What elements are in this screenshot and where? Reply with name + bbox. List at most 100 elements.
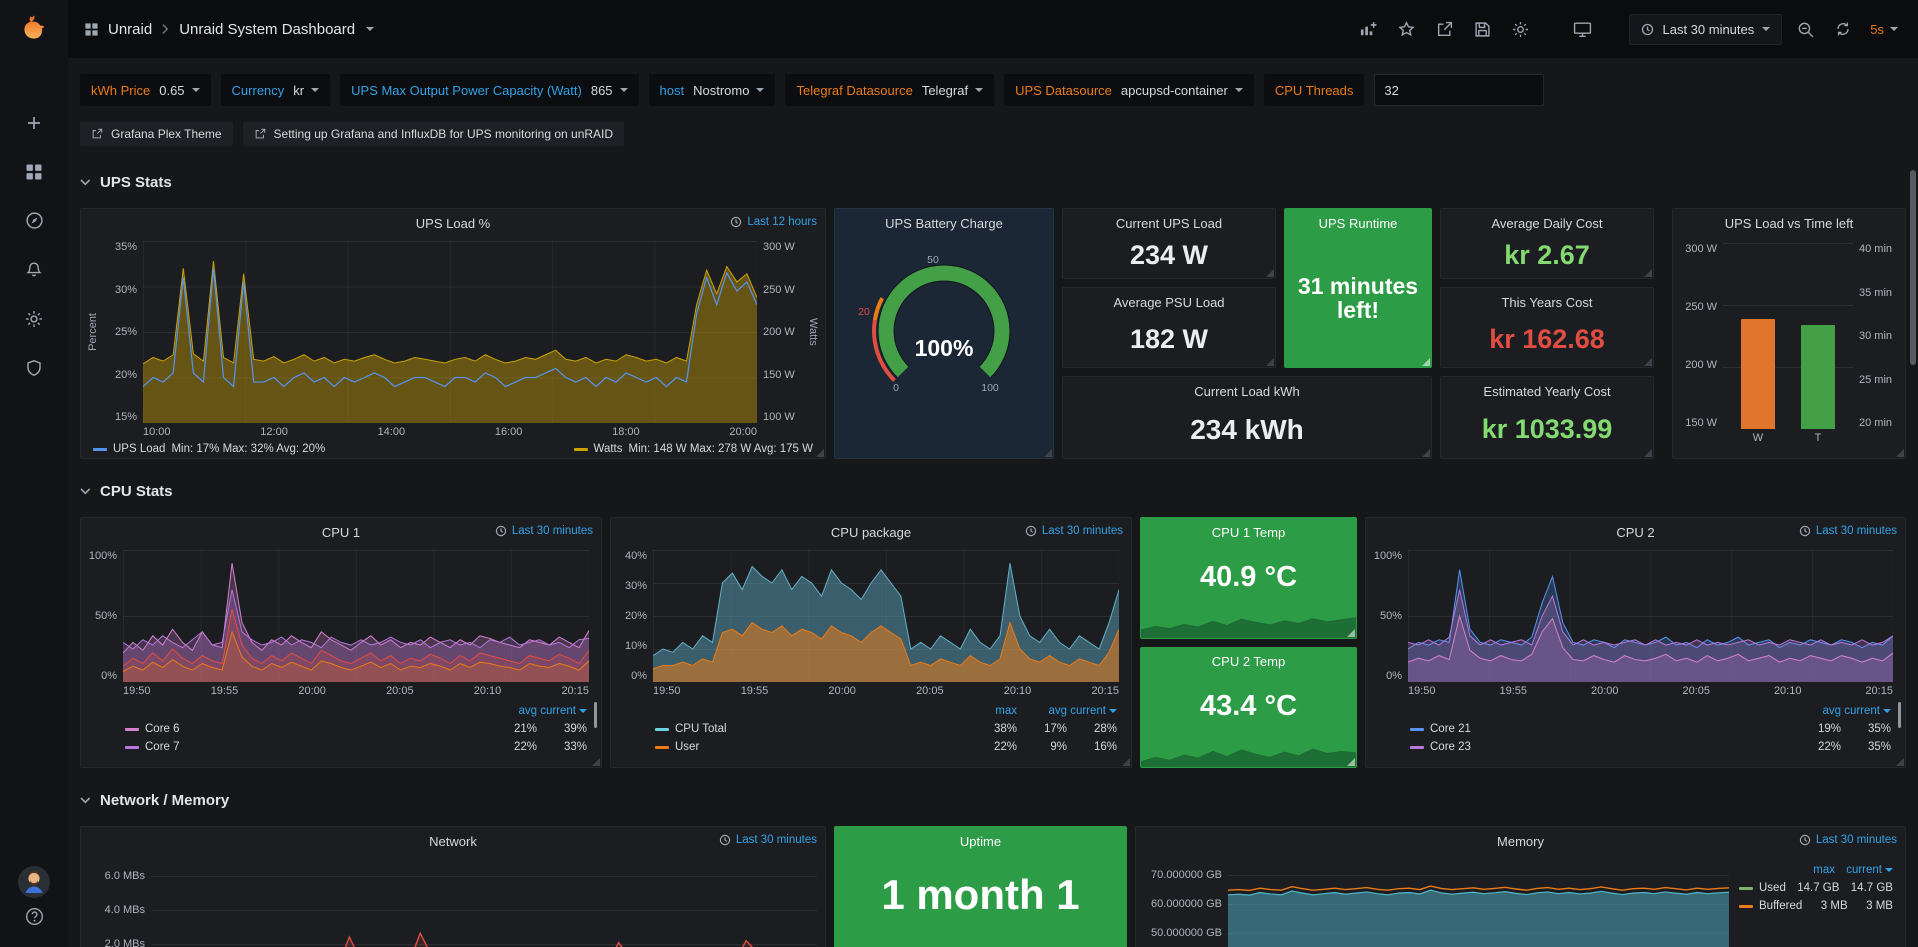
bar-label: T [1801, 432, 1835, 447]
panel-title: UPS Runtime [1319, 216, 1398, 231]
panel-header[interactable]: Estimated Yearly Cost [1441, 377, 1653, 405]
section-header-network-memory[interactable]: Network / Memory [80, 788, 1906, 812]
legend-item-ups-load[interactable]: UPS Load Min: 17% Max: 32% Avg: 20% [93, 443, 325, 455]
variable-value-dropdown[interactable]: 0.65 [159, 83, 199, 98]
cpu1-plot[interactable] [123, 550, 589, 682]
legend-row[interactable]: Core 2322%35% [1410, 738, 1891, 756]
panel-header[interactable]: UPS Load % Last 12 hours [81, 209, 825, 237]
time-badge[interactable]: Last 30 minutes [1799, 525, 1897, 537]
variable-value-dropdown[interactable]: 865 [591, 83, 628, 98]
panel-ups-load: UPS Load % Last 12 hours Percent 35%30%2… [80, 208, 826, 459]
legend-row[interactable]: Core 621%39% [125, 720, 587, 738]
panel-header[interactable]: CPU 1 Temp [1141, 518, 1356, 546]
legend-row[interactable]: Used14.7 GB14.7 GB [1739, 879, 1893, 897]
time-badge[interactable]: Last 30 minutes [495, 525, 593, 537]
panel-header[interactable]: Memory Last 30 minutes [1136, 827, 1905, 855]
panel-header[interactable]: UPS Runtime [1285, 209, 1431, 237]
share-dashboard-button[interactable] [1429, 14, 1459, 44]
panel-header[interactable]: Uptime [835, 827, 1126, 855]
legend-row[interactable]: Core 2119%35% [1410, 720, 1891, 738]
y-axis-ticks-right: 300 W250 W200 W150 W100 W [757, 241, 805, 423]
cpu1-legend: avgcurrentCore 621%39%Core 722%33% [81, 698, 601, 756]
legend-scrollbar[interactable] [594, 702, 597, 728]
gauge-value: 100% [835, 335, 1053, 362]
breadcrumb-folder[interactable]: Unraid [108, 21, 152, 38]
cpu-package-plot[interactable] [653, 550, 1119, 682]
clock-icon [719, 834, 731, 846]
memory-plot[interactable] [1228, 859, 1729, 947]
panel-header[interactable]: Current Load kWh [1063, 377, 1431, 405]
x-axis-ticks: 19:5019:5520:0020:0520:1020:15 [1408, 682, 1893, 698]
star-dashboard-button[interactable] [1391, 14, 1421, 44]
variable-value-dropdown[interactable]: apcupsd-container [1121, 83, 1243, 98]
variable-value-dropdown[interactable]: Nostromo [693, 83, 764, 98]
variable-label: UPS Datasource [1015, 83, 1112, 98]
clock-icon [1641, 23, 1654, 36]
add-panel-button[interactable] [1353, 14, 1383, 44]
dashboard-link-grafana-plex-theme[interactable]: Grafana Plex Theme [80, 122, 233, 146]
panel-header[interactable]: Network Last 30 minutes [81, 827, 825, 855]
panel-header[interactable]: Average PSU Load [1063, 288, 1275, 316]
panel-header[interactable]: CPU package Last 30 minutes [611, 518, 1131, 546]
legend-row[interactable]: Core 722%33% [125, 738, 587, 756]
sidebar-item-dashboards[interactable] [0, 147, 68, 196]
breadcrumb-dashboard[interactable]: Unraid System Dashboard [179, 21, 355, 38]
bar-x-labels: W T [1723, 429, 1853, 447]
stat-value: kr 162.68 [1441, 316, 1653, 367]
sidebar-item-server-admin[interactable] [0, 343, 68, 392]
user-avatar[interactable] [17, 865, 51, 899]
refresh-button[interactable] [1828, 14, 1858, 44]
legend-scrollbar[interactable] [1898, 702, 1901, 728]
panel-header[interactable]: Average Daily Cost [1441, 209, 1653, 237]
legend-row[interactable]: Buffered3 MB3 MB [1739, 897, 1893, 915]
legend-row[interactable]: User22%9%16% [655, 738, 1117, 756]
variable-label: kWh Price [91, 83, 150, 98]
scrollbar-thumb[interactable] [1910, 170, 1916, 365]
legend-row[interactable]: CPU Total38%17%28% [655, 720, 1117, 738]
panel-header[interactable]: CPU 2 Last 30 minutes [1366, 518, 1905, 546]
chevron-down-icon[interactable] [366, 27, 374, 31]
cpu2-plot[interactable] [1408, 550, 1893, 682]
cpu1-graph: 100%50%0% 19:5019:5520:0020:0520:1020:15 [81, 546, 601, 698]
refresh-interval-dropdown[interactable]: 5s [1866, 16, 1902, 43]
variable-label: CPU Threads [1275, 83, 1354, 98]
variable-value-dropdown[interactable]: kr [293, 83, 319, 98]
dashboard-link-ups-monitoring-guide[interactable]: Setting up Grafana and InfluxDB for UPS … [243, 122, 625, 146]
legend-item-watts[interactable]: Watts Min: 148 W Max: 278 W Avg: 175 W [574, 443, 813, 455]
dashboard-settings-button[interactable] [1505, 14, 1535, 44]
ups-load-plot[interactable] [143, 241, 757, 423]
help-button[interactable] [25, 907, 44, 931]
sidebar-item-explore[interactable] [0, 196, 68, 245]
network-plot[interactable] [151, 859, 817, 947]
variable-ups-datasource: UPS Datasource apcupsd-container [1004, 74, 1254, 106]
time-badge[interactable]: Last 12 hours [730, 216, 817, 228]
sidebar-item-configuration[interactable] [0, 294, 68, 343]
panel-this-years-cost: This Years Cost kr 162.68 [1440, 287, 1654, 368]
battery-gauge: 0 100 50 20 100% [835, 237, 1053, 442]
time-badge[interactable]: Last 30 minutes [1799, 834, 1897, 846]
panel-header[interactable]: UPS Battery Charge [835, 209, 1053, 237]
time-badge[interactable]: Last 30 minutes [1025, 525, 1123, 537]
variable-value-dropdown[interactable]: Telegraf [922, 83, 983, 98]
dashboard-content: kWh Price 0.65 Currency kr UPS Max Outpu… [68, 58, 1918, 947]
save-dashboard-button[interactable] [1467, 14, 1497, 44]
panel-header[interactable]: CPU 2 Temp [1141, 648, 1356, 676]
zoom-out-button[interactable] [1790, 14, 1820, 44]
section-header-ups-stats[interactable]: UPS Stats [80, 170, 1906, 194]
gauge-mid-label: 50 [927, 254, 939, 266]
panel-header[interactable]: UPS Load vs Time left [1673, 209, 1905, 237]
panel-header[interactable]: Current UPS Load [1063, 209, 1275, 237]
time-range-picker[interactable]: Last 30 minutes [1629, 14, 1782, 45]
cpu1-temp-sparkline [1141, 612, 1356, 638]
chevron-down-icon [192, 88, 200, 92]
cycle-view-mode-button[interactable] [1567, 14, 1597, 44]
panel-cpu-1: CPU 1 Last 30 minutes 100%50%0% 19:5019:… [80, 517, 602, 768]
sidebar-item-create[interactable] [0, 98, 68, 147]
cpu-threads-input[interactable] [1374, 74, 1544, 106]
sidebar-item-alerting[interactable] [0, 245, 68, 294]
grafana-logo[interactable] [0, 0, 68, 58]
panel-header[interactable]: CPU 1 Last 30 minutes [81, 518, 601, 546]
time-badge[interactable]: Last 30 minutes [719, 834, 817, 846]
section-header-cpu-stats[interactable]: CPU Stats [80, 479, 1906, 503]
panel-header[interactable]: This Years Cost [1441, 288, 1653, 316]
